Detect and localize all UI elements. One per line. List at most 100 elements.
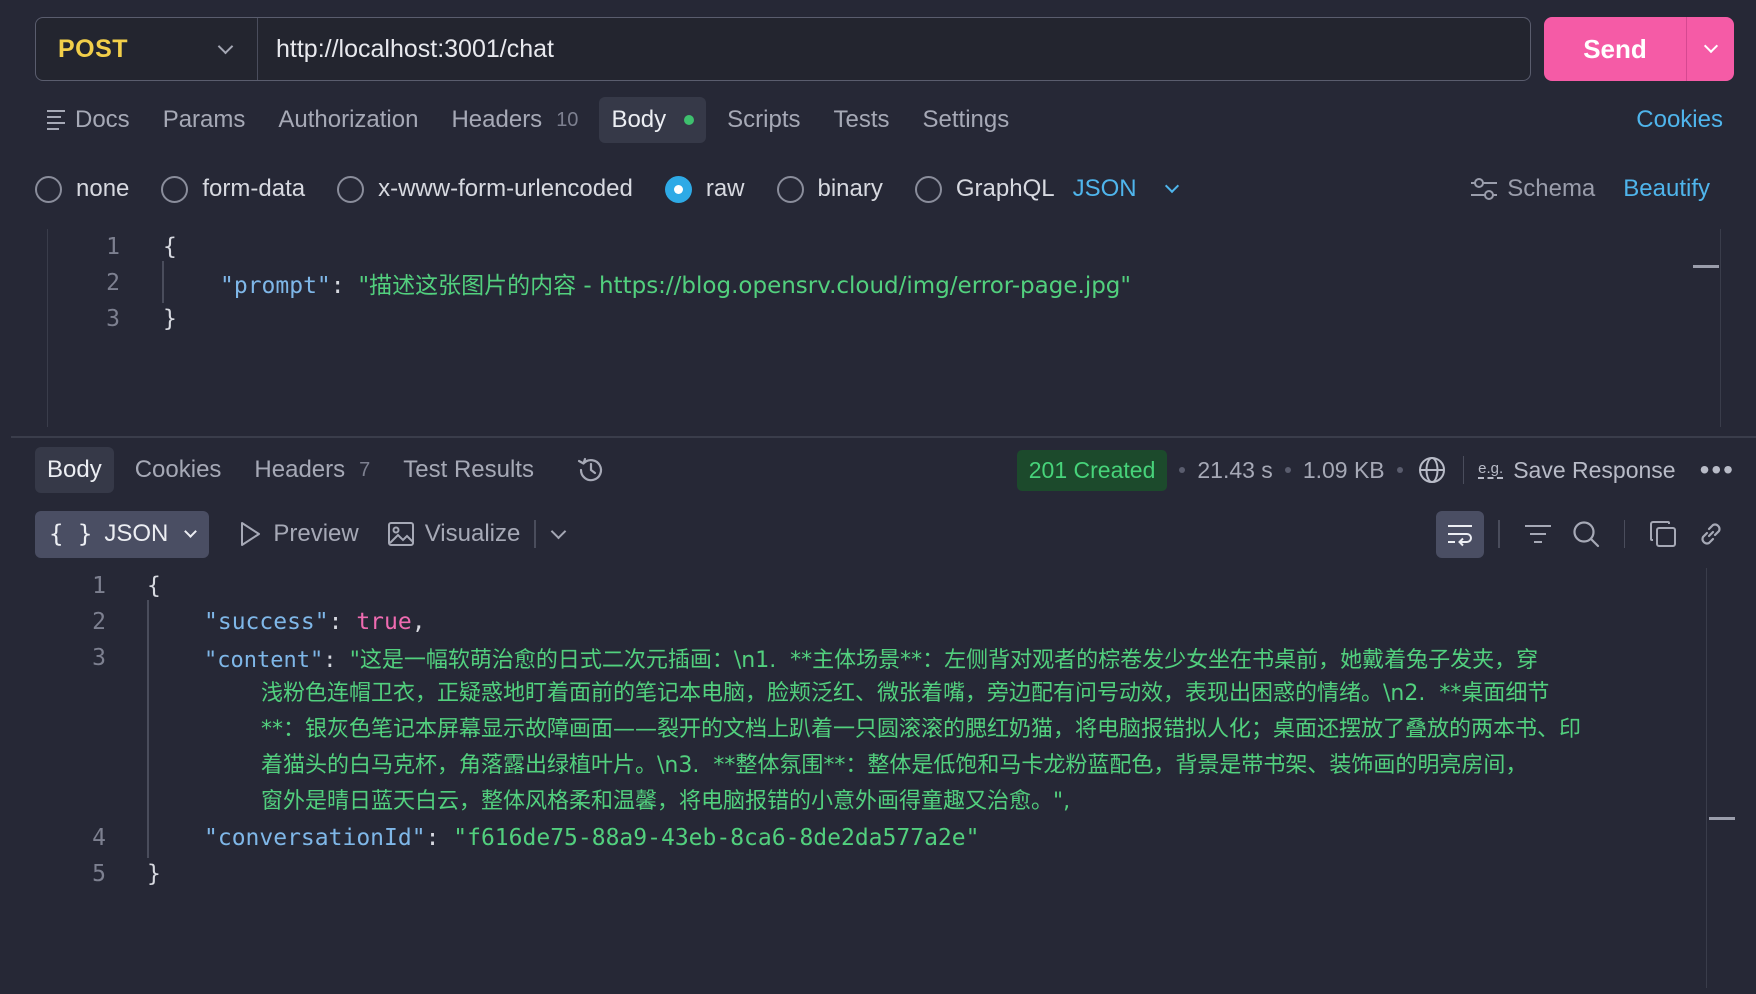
url-bar: POST — [35, 17, 1531, 81]
response-tab-cookies[interactable]: Cookies — [123, 447, 234, 493]
code-text: "success": true, — [204, 609, 426, 635]
method-label: POST — [58, 34, 129, 63]
format-label: JSON — [104, 520, 169, 547]
response-body-viewer[interactable]: 1 { 2 "success": true, 3 "content": "这是一… — [11, 568, 1735, 988]
radio-form-data-label: form-data — [202, 175, 306, 202]
search-icon — [1572, 521, 1599, 548]
vertical-separator — [1498, 520, 1500, 548]
json-colon: : — [328, 609, 357, 635]
json-string-value: "描述这张图片的内容 - https://blog.opensrv.cloud/… — [358, 273, 1131, 299]
beautify-button[interactable]: Beautify — [1623, 175, 1710, 203]
request-body-editor[interactable]: 1 { 2 "prompt": "描述这张图片的内容 - https://blo… — [47, 229, 1721, 427]
image-icon — [387, 522, 414, 546]
url-input[interactable] — [258, 18, 1530, 80]
code-text: "prompt": "描述这张图片的内容 - https://blog.open… — [220, 266, 1131, 300]
panel-divider[interactable] — [11, 436, 1756, 438]
wrap-lines-button[interactable] — [1436, 510, 1484, 558]
search-button[interactable] — [1562, 511, 1610, 558]
json-string-value: "f616de75-88a9-43eb-8ca6-8de2da577a2e" — [453, 825, 980, 851]
format-select[interactable]: { } JSON — [35, 510, 210, 558]
radio-none[interactable]: none — [35, 175, 129, 203]
code-line: 3 } — [48, 301, 177, 337]
vertical-separator — [534, 520, 536, 548]
code-text: "conversationId": "f616de75-88a9-43eb-8c… — [204, 825, 979, 851]
code-line: 3 "content": "这是一幅软萌治愈的日式二次元插画：\n1. **主体… — [11, 640, 1538, 676]
radio-graphql[interactable]: GraphQL — [914, 175, 1055, 203]
line-number: 1 — [106, 234, 120, 260]
response-toolbar: { } JSON Preview Visualize — [35, 510, 1735, 558]
radio-circle — [914, 175, 942, 203]
response-headers-count: 7 — [359, 458, 371, 481]
vertical-separator — [1462, 456, 1465, 484]
more-options-icon[interactable]: ••• — [1700, 454, 1735, 486]
filter-button[interactable] — [1514, 511, 1562, 558]
response-size[interactable]: 1.09 KB — [1303, 457, 1385, 484]
status-badge[interactable]: 201 Created — [1016, 449, 1168, 491]
json-key: "prompt" — [220, 273, 331, 299]
tab-headers[interactable]: Headers 10 — [439, 97, 590, 143]
tab-settings[interactable]: Settings — [911, 97, 1022, 143]
chevron-down-icon — [551, 523, 567, 539]
response-tab-test-results-label: Test Results — [403, 456, 534, 483]
json-comma: , — [411, 609, 426, 635]
preview-button[interactable]: Preview — [237, 520, 359, 548]
line-number: 3 — [92, 645, 106, 671]
radio-binary[interactable]: binary — [776, 175, 883, 203]
line-number: 1 — [92, 573, 106, 599]
radio-urlencoded[interactable]: x-www-form-urlencoded — [337, 175, 633, 203]
visualize-button[interactable]: Visualize — [387, 520, 520, 548]
tab-body[interactable]: Body — [599, 97, 707, 143]
wrapped-line: 着猫头的白马克杯，角落露出绿植叶片。\n3. **整体氛围**：整体是低饱和马卡… — [261, 753, 1528, 778]
code-text: } — [163, 306, 177, 332]
indent-guide — [147, 600, 149, 858]
schema-button[interactable]: Schema — [1469, 175, 1595, 203]
tab-params-label: Params — [162, 106, 246, 133]
copy-button[interactable] — [1639, 511, 1687, 558]
response-tab-headers[interactable]: Headers 7 — [242, 447, 382, 493]
visualize-options-button[interactable] — [544, 511, 574, 558]
tab-tests[interactable]: Tests — [822, 97, 902, 143]
copy-icon — [1650, 521, 1676, 547]
tab-docs[interactable]: Docs — [35, 97, 142, 143]
language-select[interactable]: JSON — [1073, 175, 1179, 203]
save-response-button[interactable]: e.g. Save Response — [1478, 457, 1676, 484]
cookies-link[interactable]: Cookies — [1624, 97, 1735, 143]
network-button[interactable] — [1415, 447, 1449, 494]
tab-authorization-label: Authorization — [278, 106, 419, 133]
radio-none-label: none — [76, 175, 130, 202]
body-indicator-dot — [684, 115, 695, 125]
send-button-group: Send — [1544, 17, 1734, 81]
response-tab-test-results[interactable]: Test Results — [391, 447, 546, 493]
line-number: 2 — [106, 270, 120, 296]
code-line: 2 "prompt": "描述这张图片的内容 - https://blog.op… — [48, 265, 1131, 301]
tab-params[interactable]: Params — [151, 97, 258, 143]
radio-circle — [776, 175, 804, 203]
radio-circle — [337, 175, 365, 203]
radio-raw[interactable]: raw — [664, 175, 745, 203]
response-tab-body[interactable]: Body — [35, 447, 114, 493]
method-select[interactable]: POST — [36, 18, 258, 80]
link-button[interactable] — [1687, 511, 1735, 558]
send-button[interactable]: Send — [1544, 17, 1686, 81]
radio-raw-label: raw — [705, 175, 745, 202]
tab-body-label: Body — [611, 106, 667, 133]
wrap-icon — [1448, 525, 1472, 547]
tab-authorization[interactable]: Authorization — [266, 97, 430, 143]
history-button[interactable] — [567, 447, 615, 494]
scrollbar-marker[interactable] — [1709, 817, 1735, 820]
scrollbar-marker[interactable] — [1693, 265, 1719, 268]
radio-form-data[interactable]: form-data — [161, 175, 305, 203]
json-boolean-value: true — [356, 609, 412, 635]
filter-icon — [1524, 525, 1551, 543]
code-line: 1 { — [48, 229, 177, 265]
tab-headers-label: Headers — [451, 106, 543, 133]
send-options-button[interactable] — [1686, 17, 1734, 81]
tab-docs-label: Docs — [75, 106, 130, 133]
code-line: 1 { — [11, 568, 161, 604]
response-time[interactable]: 21.43 s — [1197, 457, 1272, 484]
history-icon — [577, 457, 603, 482]
json-key: "conversationId" — [204, 825, 426, 851]
code-line: 5 } — [11, 856, 161, 892]
wrapped-line: 窗外是晴日蓝天白云，整体风格柔和温馨，将电脑报错的小意外画得童趣又治愈。", — [261, 789, 1071, 814]
tab-scripts[interactable]: Scripts — [715, 97, 812, 143]
